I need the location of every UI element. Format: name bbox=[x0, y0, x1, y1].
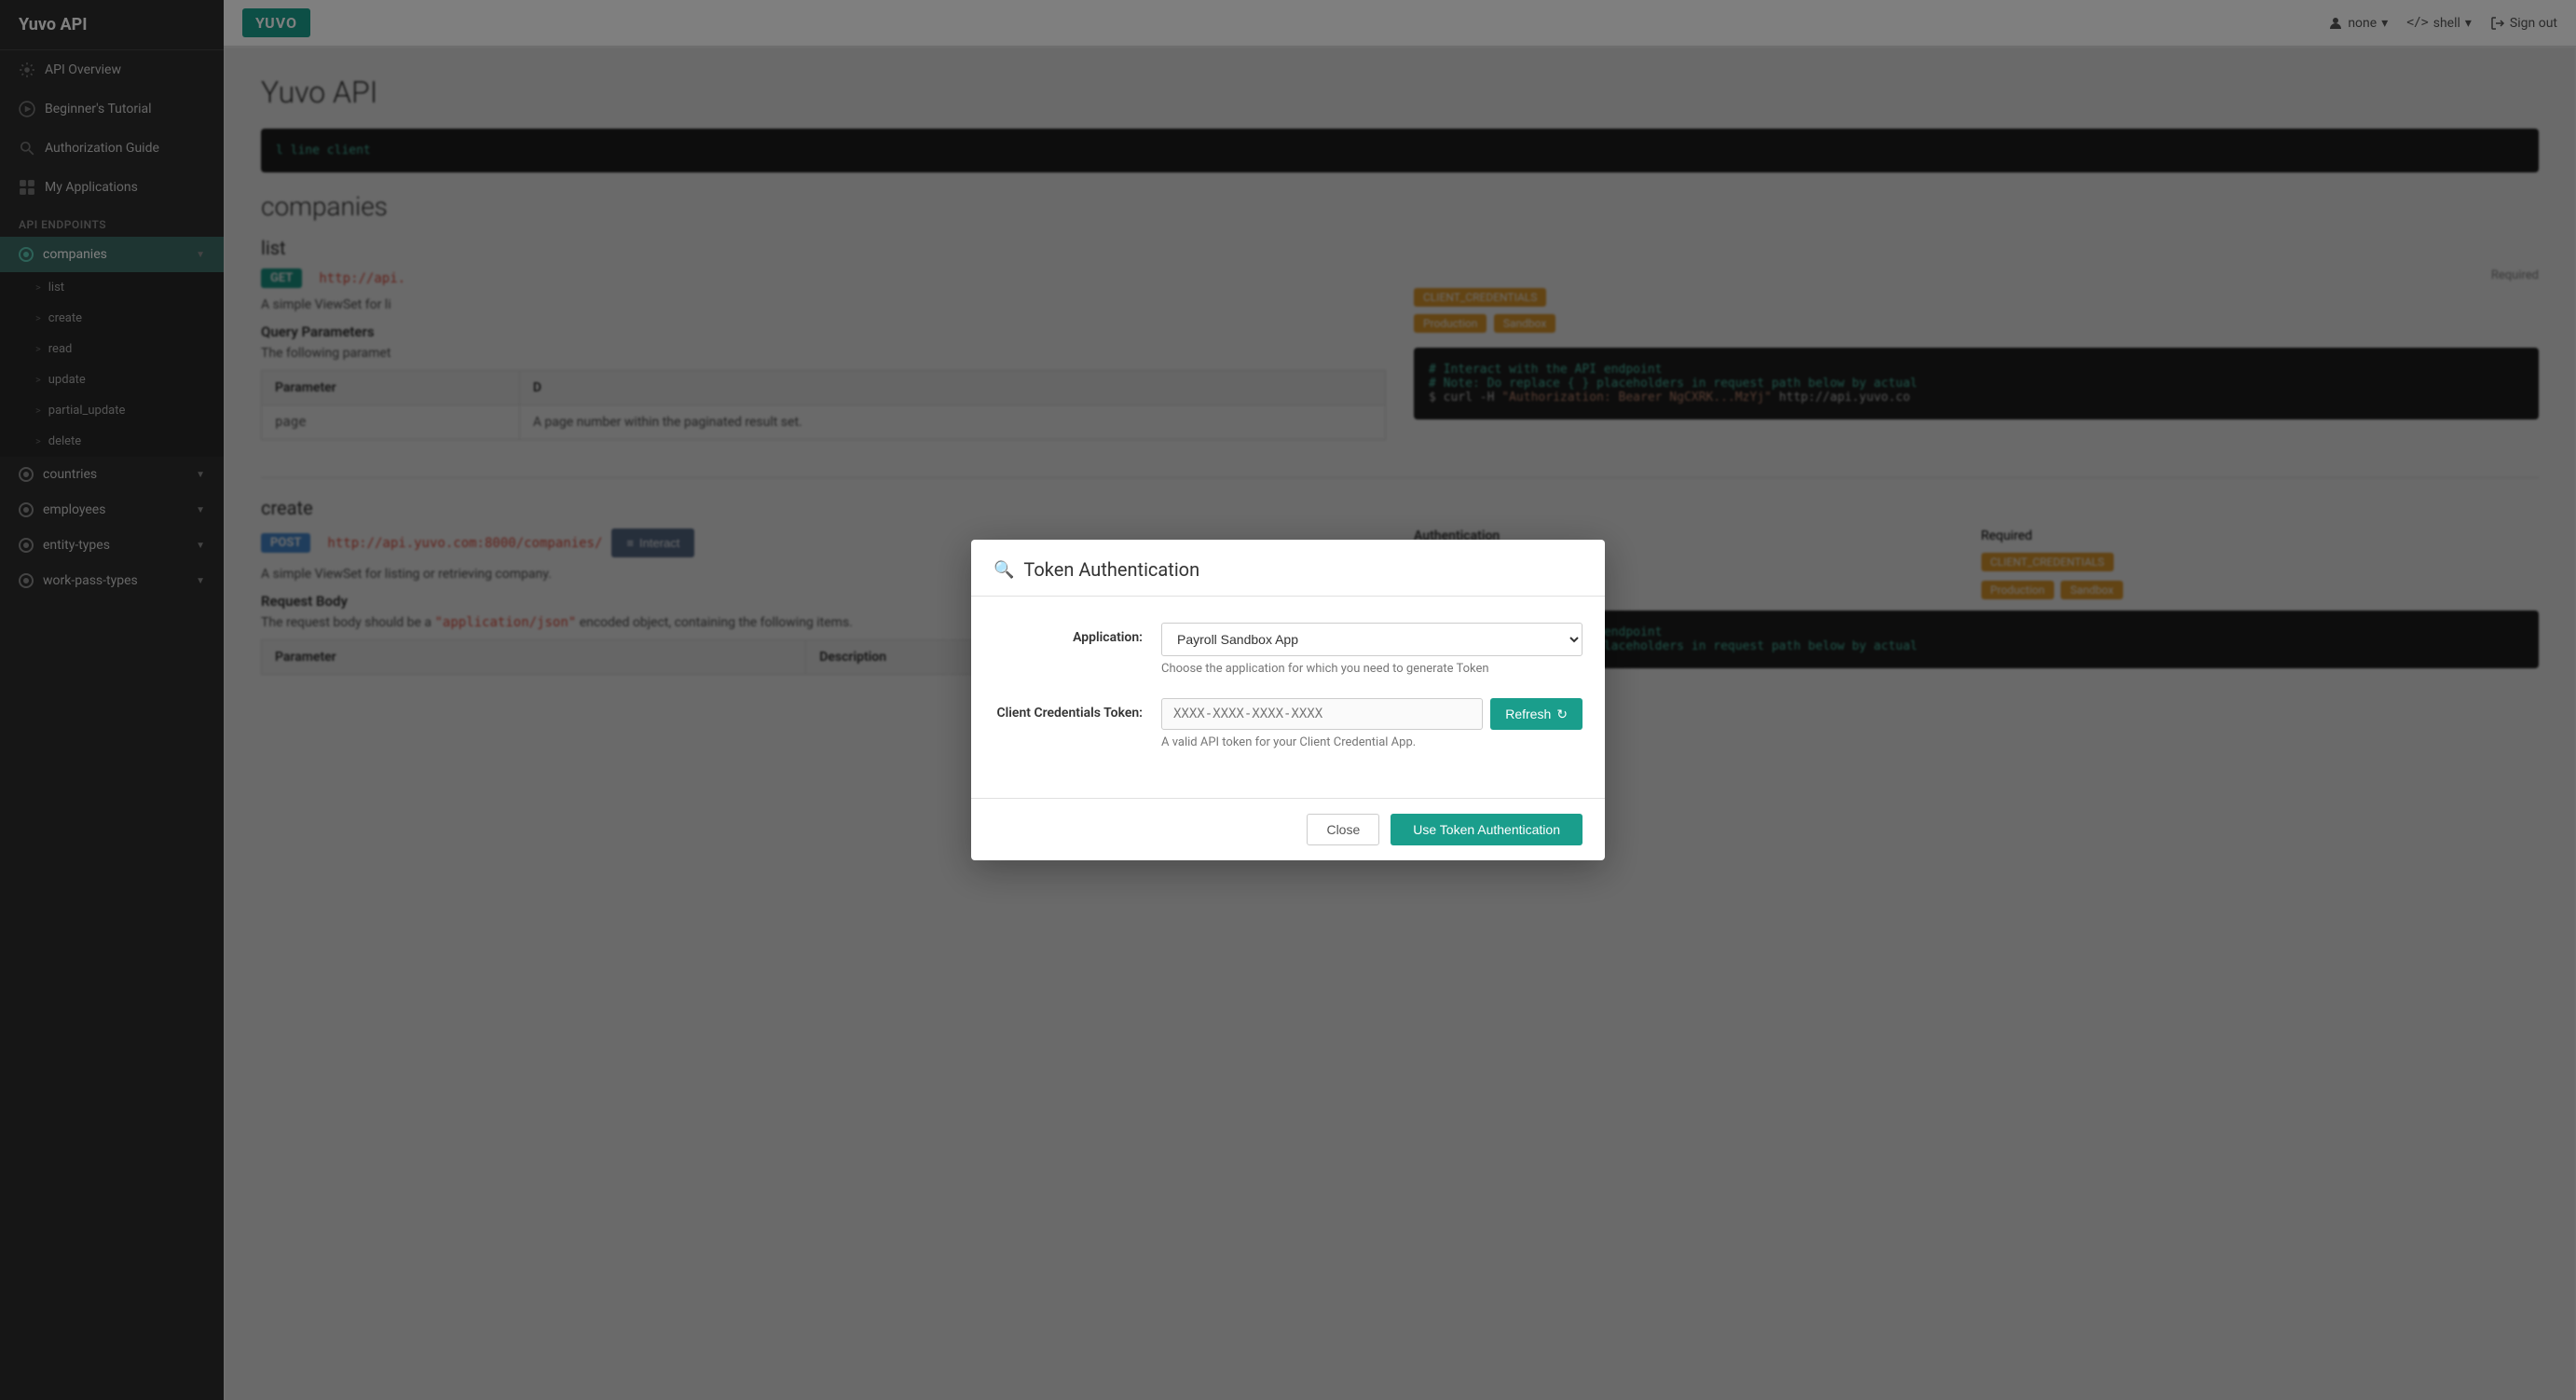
modal-title: Token Authentication bbox=[1023, 558, 1199, 581]
refresh-icon: ↻ bbox=[1556, 707, 1568, 722]
modal-body: Application: Payroll Sandbox App Choose … bbox=[971, 597, 1605, 798]
token-input[interactable] bbox=[1161, 698, 1483, 730]
refresh-button[interactable]: Refresh ↻ bbox=[1490, 698, 1583, 730]
credentials-form-row: Client Credentials Token: Refresh ↻ A va… bbox=[993, 698, 1583, 749]
use-token-button[interactable]: Use Token Authentication bbox=[1391, 814, 1583, 845]
modal-footer: Close Use Token Authentication bbox=[971, 798, 1605, 860]
close-button[interactable]: Close bbox=[1307, 814, 1379, 845]
application-form-row: Application: Payroll Sandbox App Choose … bbox=[993, 623, 1583, 676]
refresh-label: Refresh bbox=[1505, 707, 1551, 721]
credentials-control-group: Refresh ↻ A valid API token for your Cli… bbox=[1161, 698, 1583, 749]
application-control-group: Payroll Sandbox App Choose the applicati… bbox=[1161, 623, 1583, 676]
application-hint: Choose the application for which you nee… bbox=[1161, 662, 1583, 676]
modal-header: 🔍 Token Authentication bbox=[971, 540, 1605, 597]
modal-overlay: 🔍 Token Authentication Application: Payr… bbox=[224, 0, 2576, 1400]
main-content: YUVO none ▾ </> shell ▾ Sign out bbox=[224, 0, 2576, 1400]
application-select[interactable]: Payroll Sandbox App bbox=[1161, 623, 1583, 656]
token-input-row: Refresh ↻ bbox=[1161, 698, 1583, 730]
application-label: Application: bbox=[993, 623, 1143, 645]
credentials-label: Client Credentials Token: bbox=[993, 698, 1143, 721]
modal-search-icon: 🔍 bbox=[993, 560, 1014, 580]
token-auth-modal: 🔍 Token Authentication Application: Payr… bbox=[971, 540, 1605, 860]
credentials-hint: A valid API token for your Client Creden… bbox=[1161, 735, 1583, 749]
